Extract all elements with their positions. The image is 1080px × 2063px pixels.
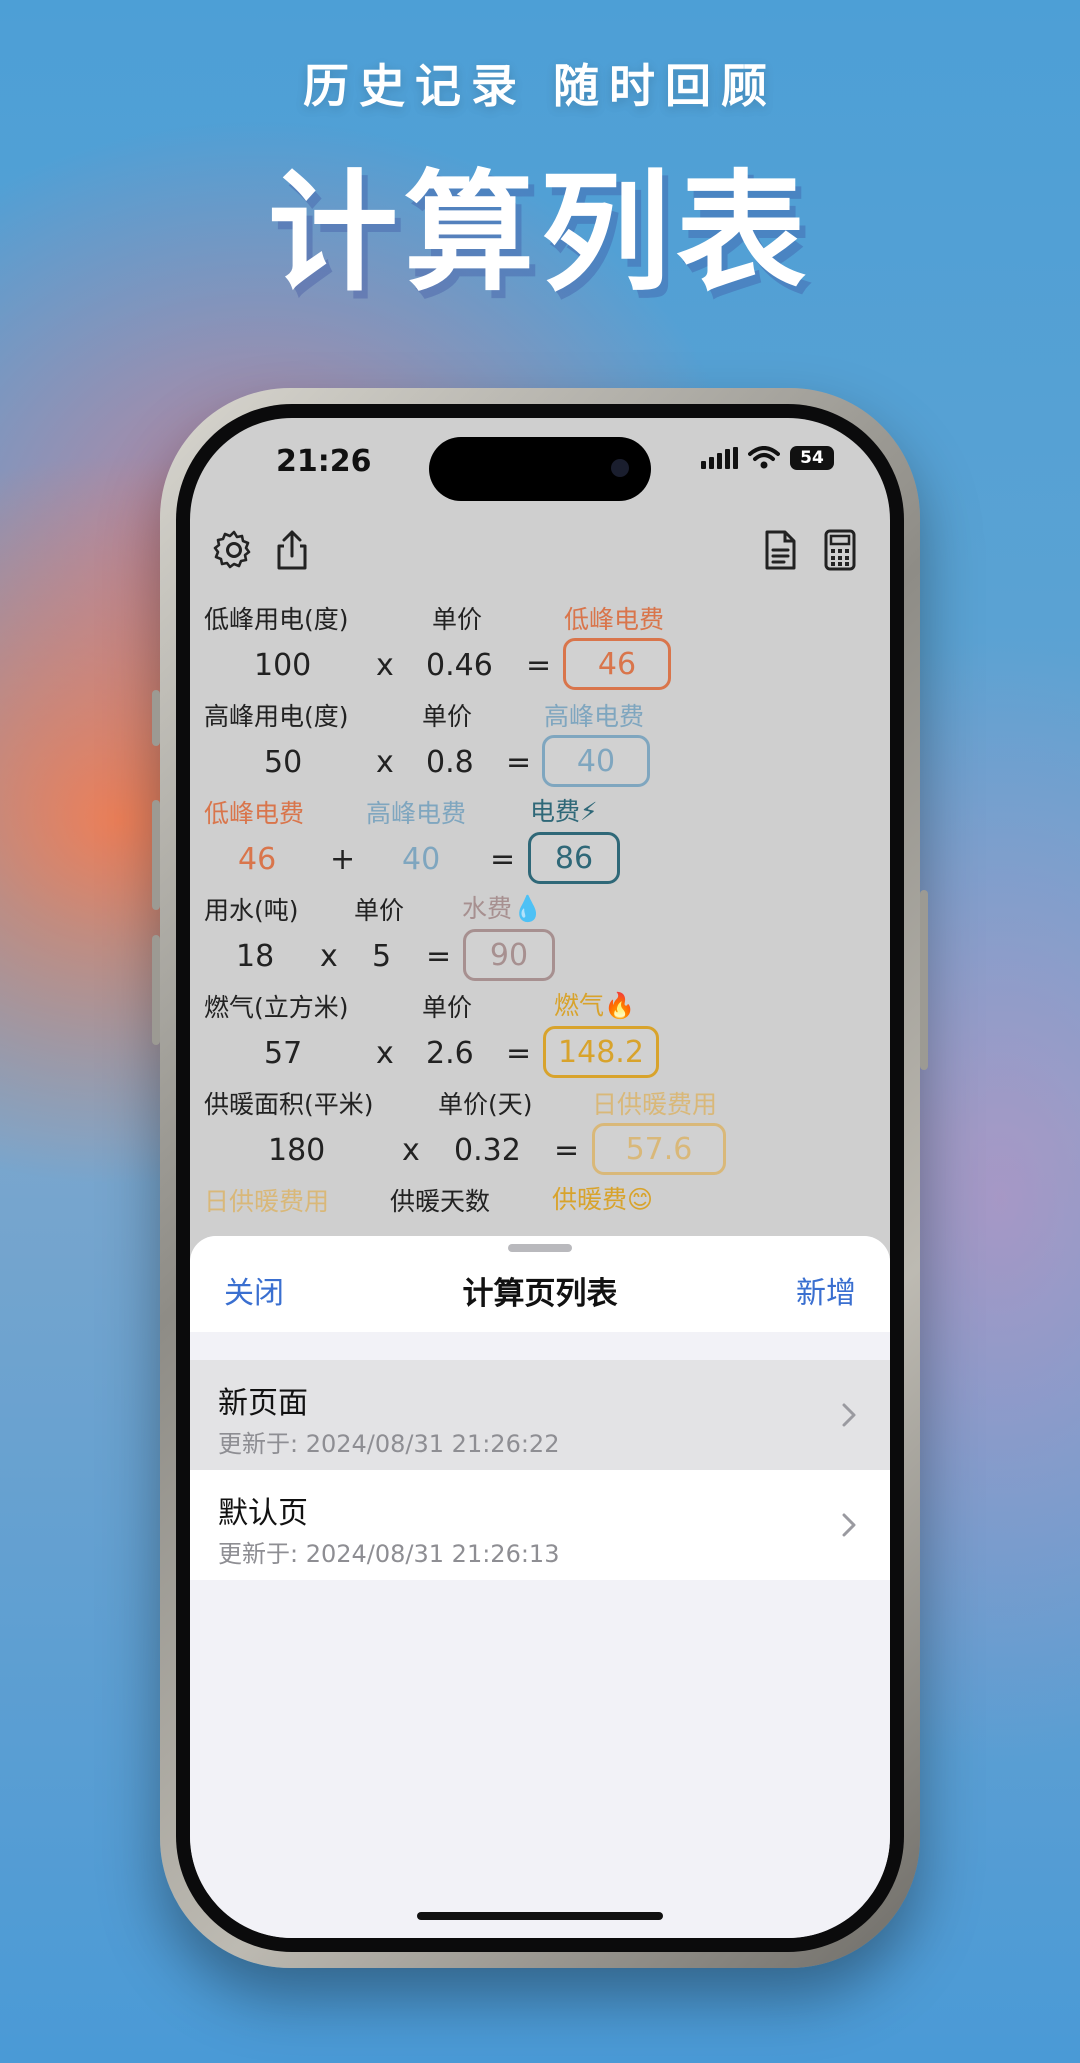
label-heating-fee: 供暖费😊 (552, 1185, 654, 1214)
page-list: 新页面 更新于: 2024/08/31 21:26:22 默认页 更新于: 20… (190, 1360, 890, 1580)
operator-multiply: x (376, 745, 394, 780)
sheet-header: 计算页列表 关闭 新增 (190, 1236, 890, 1332)
label-daily-heating-fee: 日供暖费用 (204, 1187, 330, 1216)
value-offpeak-fee: 46 (238, 842, 277, 877)
equals-sign: = (506, 1036, 532, 1071)
calculator-icon[interactable] (818, 528, 862, 572)
label-heating-days: 供暖天数 (390, 1187, 491, 1216)
input-gas-usage[interactable]: 57 (264, 1036, 302, 1071)
input-heating-area[interactable]: 180 (268, 1133, 325, 1168)
label-unit-price: 单价 (432, 605, 483, 634)
value-peak-fee: 40 (402, 842, 441, 877)
operator-multiply: x (376, 648, 394, 683)
input-water-usage[interactable]: 18 (236, 939, 274, 974)
volume-up-button (152, 800, 160, 910)
sheet-title: 计算页列表 (462, 1276, 618, 1312)
label-peak-fee: 高峰电费 (544, 702, 645, 731)
result-gas-fee[interactable]: 148.2 (543, 1026, 659, 1078)
label-unit-price: 单价 (422, 702, 473, 731)
result-electricity-fee[interactable]: 86 (528, 832, 620, 884)
phone-screen: 21:26 54 低峰用电(度) 单价 低峰电费 100 x 0.46 = 46… (190, 418, 890, 1938)
label-heating-area: 供暖面积(平米) (204, 1090, 374, 1119)
label-daily-heating-fee: 日供暖费用 (592, 1090, 718, 1119)
close-button[interactable]: 关闭 (224, 1268, 284, 1312)
label-unit-price: 单价 (354, 896, 405, 925)
item-updated-time: 更新于: 2024/08/31 21:26:22 (218, 1430, 560, 1458)
battery-icon: 54 (790, 446, 834, 470)
result-offpeak-fee[interactable]: 46 (563, 638, 671, 690)
label-unit-price: 单价 (422, 993, 473, 1022)
dynamic-island (429, 437, 651, 501)
label-offpeak-usage: 低峰用电(度) (204, 605, 349, 634)
page-list-sheet: 计算页列表 关闭 新增 新页面 更新于: 2024/08/31 21:26:22… (190, 1236, 890, 1938)
input-unit-price[interactable]: 5 (372, 939, 391, 974)
label-gas-usage: 燃气(立方米) (204, 993, 349, 1022)
label-water-usage: 用水(吨) (204, 896, 299, 925)
status-time: 21:26 (276, 444, 372, 479)
equals-sign: = (554, 1133, 580, 1168)
input-unit-price[interactable]: 2.6 (426, 1036, 474, 1071)
sheet-grabber[interactable] (508, 1244, 572, 1252)
hero-subtitle: 历史记录 随时回顾 (302, 59, 777, 113)
input-unit-price[interactable]: 0.8 (426, 745, 474, 780)
result-peak-fee[interactable]: 40 (542, 735, 650, 787)
operator-plus: + (330, 842, 356, 877)
operator-multiply: x (376, 1036, 394, 1071)
label-offpeak-fee: 低峰电费 (204, 799, 305, 828)
hero-title: 计算列表 (267, 156, 812, 309)
operator-multiply: x (402, 1133, 420, 1168)
equals-sign: = (426, 939, 452, 974)
cellular-signal-icon (701, 447, 738, 469)
input-unit-price[interactable]: 0.46 (426, 648, 493, 683)
label-electricity-fee: 电费⚡ (530, 797, 598, 826)
input-offpeak-usage[interactable]: 100 (254, 648, 311, 683)
chevron-right-icon (842, 1513, 856, 1537)
result-water-fee[interactable]: 90 (463, 929, 555, 981)
home-indicator[interactable] (417, 1912, 663, 1920)
item-title: 默认页 (218, 1496, 308, 1531)
calculation-area: 低峰用电(度) 单价 低峰电费 100 x 0.46 = 46 高峰用电(度) … (190, 588, 890, 1238)
label-peak-usage: 高峰用电(度) (204, 702, 349, 731)
item-updated-time: 更新于: 2024/08/31 21:26:13 (218, 1540, 560, 1568)
share-icon[interactable] (270, 528, 314, 572)
status-icons: 54 (701, 446, 834, 470)
power-button (920, 890, 928, 1070)
input-daily-unit-price[interactable]: 0.32 (454, 1133, 521, 1168)
label-offpeak-fee: 低峰电费 (564, 605, 665, 634)
action-button (152, 690, 160, 746)
equals-sign: = (490, 842, 516, 877)
input-peak-usage[interactable]: 50 (264, 745, 302, 780)
label-water-fee: 水费💧 (462, 894, 544, 923)
volume-down-button (152, 935, 160, 1045)
list-item[interactable]: 新页面 更新于: 2024/08/31 21:26:22 (190, 1360, 890, 1470)
label-gas-fee: 燃气🔥 (554, 991, 636, 1020)
label-peak-fee: 高峰电费 (366, 799, 467, 828)
result-daily-heating-fee[interactable]: 57.6 (592, 1123, 726, 1175)
add-page-button[interactable]: 新增 (796, 1268, 856, 1312)
document-icon[interactable] (758, 528, 802, 572)
wifi-icon (748, 446, 780, 469)
list-item[interactable]: 默认页 更新于: 2024/08/31 21:26:13 (190, 1470, 890, 1580)
item-title: 新页面 (218, 1386, 308, 1421)
operator-multiply: x (320, 939, 338, 974)
chevron-right-icon (842, 1403, 856, 1427)
equals-sign: = (506, 745, 532, 780)
gear-icon[interactable] (212, 528, 256, 572)
label-daily-unit-price: 单价(天) (438, 1090, 533, 1119)
camera-icon (611, 459, 629, 477)
equals-sign: = (526, 648, 552, 683)
